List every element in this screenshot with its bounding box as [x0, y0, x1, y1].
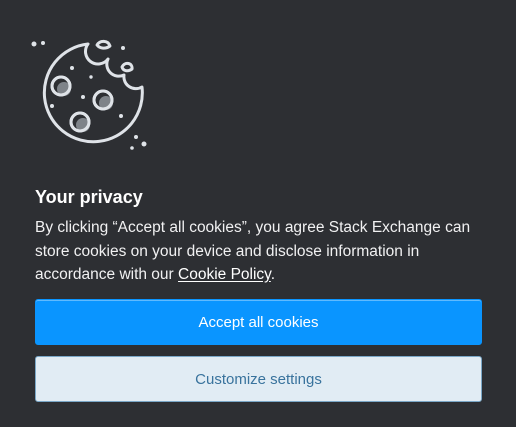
cookie-icon [31, 39, 147, 150]
privacy-title: Your privacy [35, 187, 143, 207]
accept-all-cookies-button[interactable]: Accept all cookies [35, 299, 482, 345]
customize-settings-button[interactable]: Customize settings [35, 356, 482, 402]
cookie-policy-link[interactable]: Cookie Policy [178, 266, 271, 283]
privacy-description: By clicking “Accept all cookies”, you ag… [35, 216, 485, 287]
cookie-consent-banner: Your privacy By clicking “Accept all coo… [0, 0, 516, 427]
privacy-description-end: . [270, 266, 276, 283]
